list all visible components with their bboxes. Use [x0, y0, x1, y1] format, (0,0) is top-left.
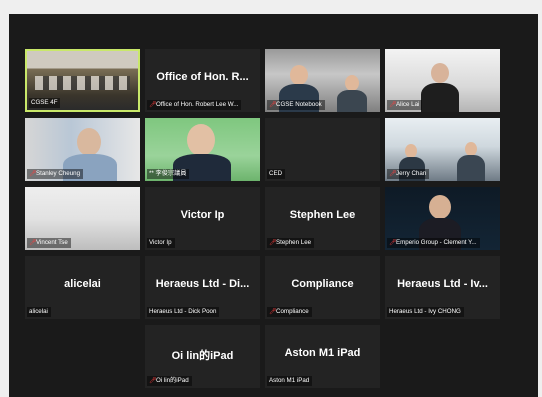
participant-label: Heraeus Ltd - Dick Poon: [147, 307, 220, 317]
participant-display-name: Heraeus Ltd - Di...: [155, 278, 250, 290]
participant-name: Heraeus Ltd - Ivy CHONG: [389, 308, 461, 315]
participant-name: alicelai: [29, 308, 48, 315]
video-tile-oi-lin-ipad[interactable]: Oi lin的iPad 🎤︎Oi lin的iPad: [145, 325, 260, 388]
participant-head: [345, 75, 359, 91]
participant-display-name: Office of Hon. R...: [156, 71, 249, 83]
participant-label: Aston M1 iPad: [267, 376, 313, 386]
video-tile-vincent-tse[interactable]: 🎤︎Vincent Tse: [25, 187, 140, 250]
participant-name: Alice Lai: [396, 101, 420, 108]
participant-name: Stephen Lee: [276, 239, 312, 246]
participant-display-name: alicelai: [64, 278, 101, 290]
mic-muted-icon: 🎤︎: [29, 240, 37, 246]
participant-label: 🎤︎Oi lin的iPad: [147, 376, 192, 386]
mic-muted-icon: 🎤︎: [149, 102, 157, 108]
participant-label: Heraeus Ltd - Ivy CHONG: [387, 307, 464, 317]
participant-name: Victor Ip: [149, 239, 172, 246]
video-tile-jerry-chan[interactable]: 🎤︎Jerry Chan: [385, 118, 500, 181]
mic-muted-icon: 🎤︎: [269, 102, 277, 108]
participant-name: Compliance: [276, 308, 309, 315]
participant-label: CED: [267, 169, 286, 179]
video-tile-cgse-4f[interactable]: CGSE 4F: [25, 49, 140, 112]
participant-label: 🎤︎Office of Hon. Robert Lee W...: [147, 100, 242, 110]
participant-body: [421, 83, 459, 112]
participant-head: [429, 195, 451, 219]
mic-muted-icon: 🎤︎: [269, 309, 277, 315]
participant-name: Aston M1 iPad: [269, 377, 310, 384]
participant-head: [77, 128, 101, 156]
participant-display-name: Victor Ip: [180, 209, 225, 221]
video-tile-ced[interactable]: CED: [265, 118, 380, 181]
participant-body: [337, 90, 367, 112]
participant-name: Jerry Chan: [396, 170, 427, 177]
video-tile-cgse-notebook[interactable]: 🎤︎CGSE Notebook: [265, 49, 380, 112]
participant-label: alicelai: [27, 307, 51, 317]
participant-display-name: Stephen Lee: [289, 209, 356, 221]
mic-muted-icon: 🎤︎: [389, 240, 397, 246]
video-tile-alicelai[interactable]: alicelai alicelai: [25, 256, 140, 319]
participant-head: [465, 142, 477, 156]
participant-label: CGSE 4F: [29, 98, 61, 108]
participant-name: Stanley Cheung: [36, 170, 81, 177]
video-tile-alice-lai[interactable]: 🎤︎Alice Lai: [385, 49, 500, 112]
screenshot-frame: CGSE 4F Office of Hon. R... 🎤︎Office of …: [0, 0, 542, 397]
video-tile-stephen-lee[interactable]: Stephen Lee 🎤︎Stephen Lee: [265, 187, 380, 250]
participant-head: [187, 124, 215, 156]
participant-display-name: Aston M1 iPad: [284, 347, 361, 359]
participant-label: 🎤︎Compliance: [267, 307, 312, 317]
video-tile-councillor[interactable]: ** 李俊宗議員: [145, 118, 260, 181]
participant-name: CED: [269, 170, 283, 177]
participant-name: Office of Hon. Robert Lee W...: [156, 101, 239, 108]
participant-display-name: Compliance: [291, 278, 354, 290]
participant-label: ** 李俊宗議員: [147, 169, 190, 179]
mic-muted-icon: 🎤︎: [389, 171, 397, 177]
participant-display-name: Heraeus Ltd - Iv...: [397, 278, 488, 290]
video-tile-heraeus-dick-poon[interactable]: Heraeus Ltd - Di... Heraeus Ltd - Dick P…: [145, 256, 260, 319]
zoom-gallery-window: CGSE 4F Office of Hon. R... 🎤︎Office of …: [9, 14, 538, 397]
participant-head: [431, 63, 449, 83]
mic-muted-icon: 🎤︎: [149, 378, 157, 384]
participant-label: 🎤︎Vincent Tse: [27, 238, 71, 248]
participant-head: [405, 144, 417, 158]
mic-muted-icon: 🎤︎: [269, 240, 277, 246]
video-tile-office-hon-robert-lee[interactable]: Office of Hon. R... 🎤︎Office of Hon. Rob…: [145, 49, 260, 112]
participant-head: [290, 65, 308, 85]
participant-name: Heraeus Ltd - Dick Poon: [149, 308, 217, 315]
participant-name: CGSE Notebook: [276, 101, 322, 108]
participant-name: Oi lin的iPad: [156, 377, 189, 384]
participant-body: [457, 155, 485, 181]
video-tile-heraeus-ivy-chong[interactable]: Heraeus Ltd - Iv... Heraeus Ltd - Ivy CH…: [385, 256, 500, 319]
participant-name: Emperio Group - Clement Y...: [396, 239, 477, 246]
participant-name: Vincent Tse: [36, 239, 68, 246]
participant-display-name: Oi lin的iPad: [171, 350, 234, 362]
video-tile-compliance[interactable]: Compliance 🎤︎Compliance: [265, 256, 380, 319]
participant-label: 🎤︎Alice Lai: [387, 100, 423, 110]
participant-label: Victor Ip: [147, 238, 175, 248]
mic-muted-icon: 🎤︎: [389, 102, 397, 108]
video-tile-victor-ip[interactable]: Victor Ip Victor Ip: [145, 187, 260, 250]
participant-label: 🎤︎Stephen Lee: [267, 238, 315, 248]
participant-label: 🎤︎CGSE Notebook: [267, 100, 325, 110]
video-tile-aston-m1-ipad[interactable]: Aston M1 iPad Aston M1 iPad: [265, 325, 380, 388]
participant-label: 🎤︎Jerry Chan: [387, 169, 430, 179]
mic-muted-icon: 🎤︎: [29, 171, 37, 177]
participant-label: 🎤︎Emperio Group - Clement Y...: [387, 238, 480, 248]
video-tile-stanley-cheung[interactable]: 🎤︎Stanley Cheung: [25, 118, 140, 181]
participant-name: CGSE 4F: [31, 99, 58, 106]
participant-label: 🎤︎Stanley Cheung: [27, 169, 84, 179]
video-tile-emperio-group[interactable]: 🎤︎Emperio Group - Clement Y...: [385, 187, 500, 250]
participant-name: ** 李俊宗議員: [149, 170, 187, 177]
